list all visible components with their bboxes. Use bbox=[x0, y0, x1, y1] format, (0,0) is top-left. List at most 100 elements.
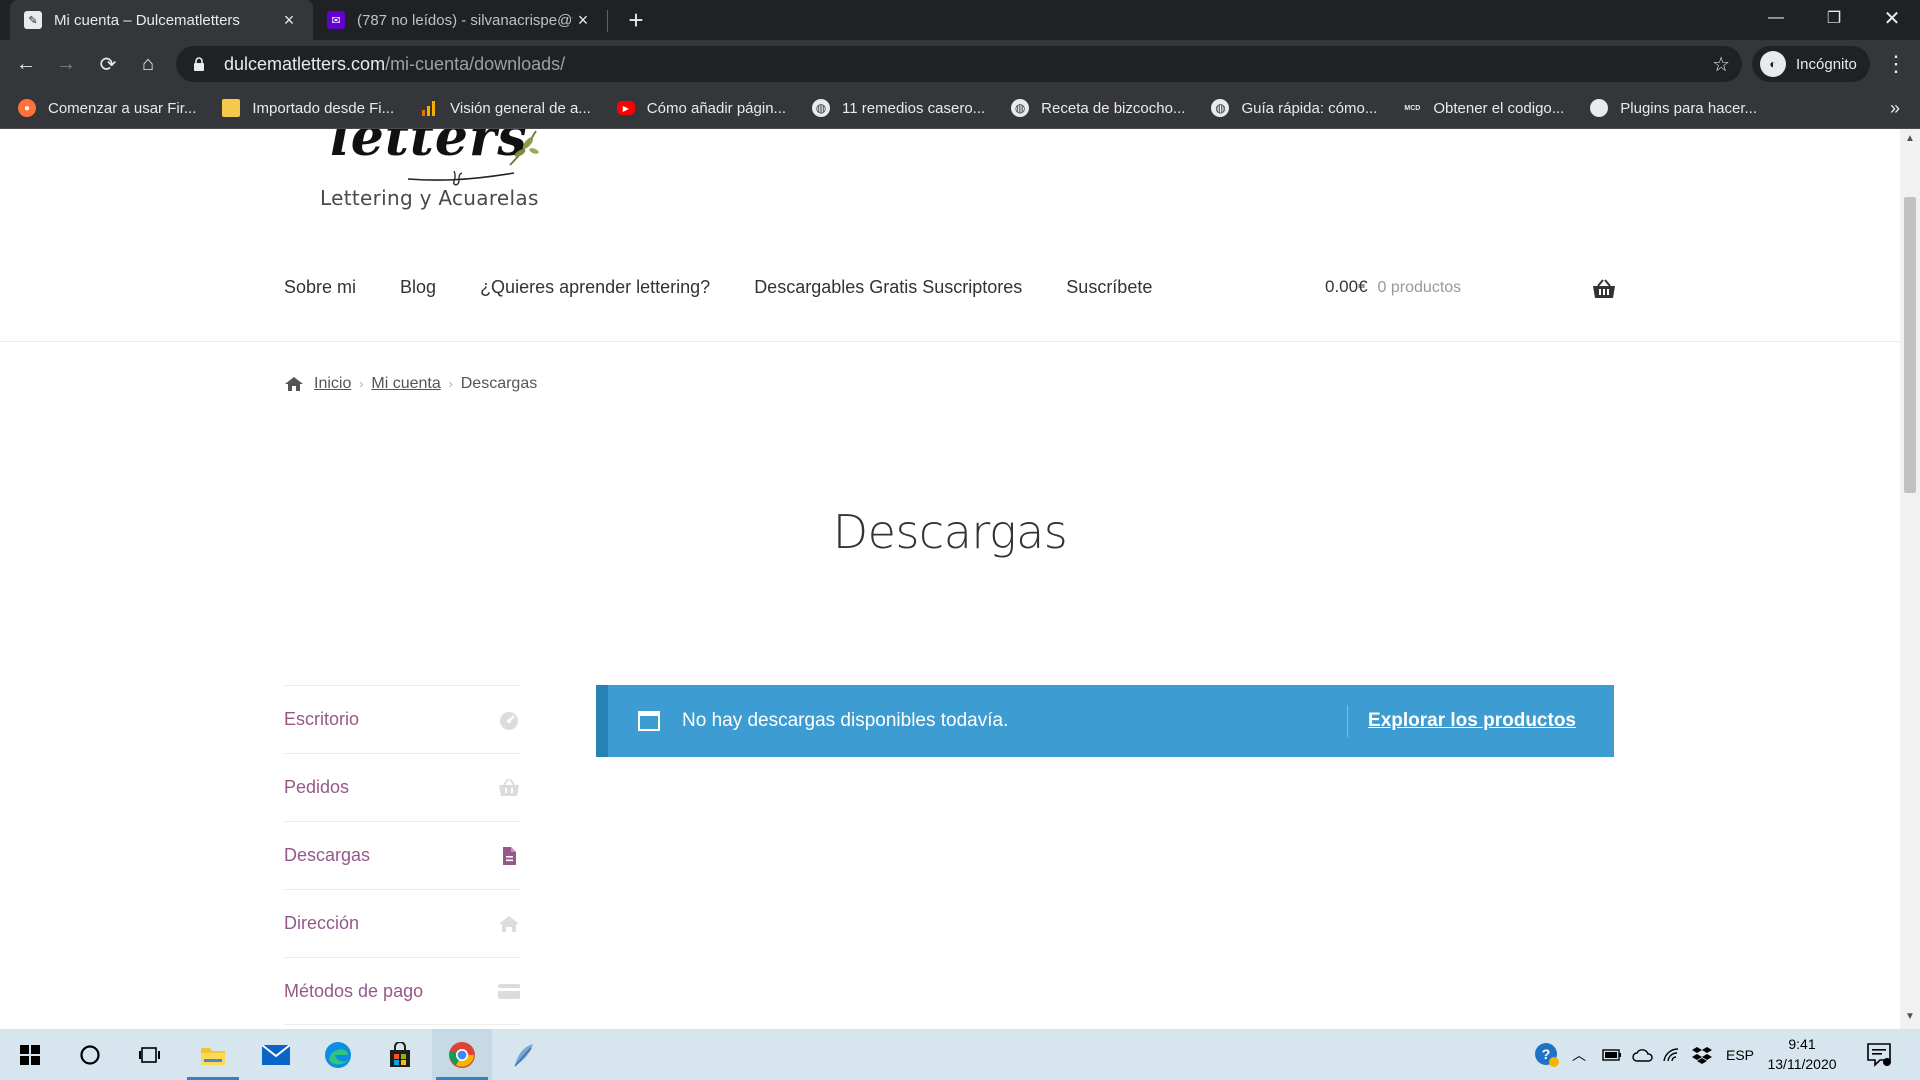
home-icon bbox=[499, 915, 519, 932]
header-divider bbox=[0, 341, 1900, 342]
folder-icon bbox=[222, 99, 241, 117]
bookmark-item[interactable]: Plugins para hacer... bbox=[1590, 99, 1757, 117]
account-nav-escritorio[interactable]: Escritorio bbox=[284, 685, 520, 753]
youtube-icon: ▶ bbox=[616, 101, 635, 115]
account-nav-metodos-pago[interactable]: Métodos de pago bbox=[284, 957, 520, 1025]
svg-text:?: ? bbox=[1542, 1046, 1551, 1062]
edge-icon[interactable] bbox=[308, 1029, 368, 1080]
onedrive-icon[interactable] bbox=[1632, 1029, 1654, 1080]
clock-time: 9:41 bbox=[1788, 1036, 1816, 1052]
file-icon bbox=[503, 846, 516, 865]
reload-icon[interactable]: ⟳ bbox=[92, 48, 124, 80]
page-title: Descargas bbox=[832, 505, 1068, 559]
windows-taskbar: ? ︿ ESP 9:41 13/11/2020 bbox=[0, 1029, 1920, 1080]
logo-tagline: Lettering y Acuarelas bbox=[320, 186, 539, 210]
address-bar[interactable]: dulcematletters.com /mi-cuenta/downloads… bbox=[176, 46, 1742, 82]
forward-arrow-icon[interactable]: → bbox=[50, 48, 82, 80]
firefox-icon: ● bbox=[18, 99, 36, 117]
logo-script-text: letters bbox=[330, 129, 528, 168]
windows-start-icon[interactable] bbox=[0, 1029, 60, 1080]
mail-favicon-icon: ✉ bbox=[327, 11, 345, 29]
page-icon bbox=[1590, 99, 1609, 117]
dashboard-icon bbox=[500, 711, 518, 730]
bookmark-item[interactable]: ◍ Guía rápida: cómo... bbox=[1211, 99, 1377, 117]
new-tab-plus-icon[interactable]: + bbox=[622, 5, 650, 35]
basket-icon[interactable] bbox=[1592, 279, 1616, 299]
url-host: dulcematletters.com bbox=[224, 53, 386, 74]
bookmark-item[interactable]: ◍ Receta de bizcocho... bbox=[1011, 99, 1185, 117]
tab-mi-cuenta[interactable]: ✎ Mi cuenta – Dulcematletters × bbox=[10, 0, 313, 40]
task-view-icon[interactable] bbox=[120, 1029, 180, 1080]
mail-icon[interactable] bbox=[246, 1029, 306, 1080]
nav-sobre-mi[interactable]: Sobre mi bbox=[284, 277, 356, 298]
scroll-down-arrow-icon[interactable]: ▼ bbox=[1900, 1011, 1920, 1025]
back-arrow-icon[interactable]: ← bbox=[10, 48, 42, 80]
bookmark-item[interactable]: ◍ 11 remedios casero... bbox=[812, 99, 985, 117]
search-circle-icon[interactable] bbox=[60, 1029, 120, 1080]
explore-products-button[interactable]: Explorar los productos bbox=[1368, 710, 1576, 732]
mcd-icon: MCD bbox=[1403, 99, 1422, 117]
menu-kebab-icon[interactable]: ⋮ bbox=[1880, 48, 1912, 80]
nav-descargables[interactable]: Descargables Gratis Suscriptores bbox=[754, 277, 1022, 298]
bookmark-item[interactable]: Visión general de a... bbox=[420, 99, 591, 117]
logo-swash bbox=[407, 170, 515, 186]
chrome-icon[interactable] bbox=[432, 1029, 492, 1080]
notice-separator bbox=[1347, 705, 1349, 737]
basket-icon bbox=[499, 777, 519, 796]
bookmark-item[interactable]: MCD Obtener el codigo... bbox=[1403, 99, 1564, 117]
system-clock[interactable]: 9:41 13/11/2020 bbox=[1760, 1034, 1844, 1074]
dropbox-icon[interactable] bbox=[1692, 1029, 1712, 1080]
tab-strip: ✎ Mi cuenta – Dulcematletters × ✉ (787 n… bbox=[0, 0, 1920, 40]
bookmarks-overflow-icon[interactable]: » bbox=[1890, 98, 1900, 119]
account-nav-direccion[interactable]: Dirección bbox=[284, 889, 520, 957]
battery-icon[interactable] bbox=[1602, 1029, 1622, 1080]
page-scrollbar[interactable]: ▲ ▼ bbox=[1900, 129, 1920, 1029]
site-logo[interactable]: letters Lettering y Acuarelas bbox=[318, 129, 548, 210]
cart-amount: 0.00€ bbox=[1325, 277, 1368, 296]
bookmark-item[interactable]: ▶ Cómo añadir págin... bbox=[616, 100, 786, 117]
tab-title: (787 no leídos) - silvanacrispe@y bbox=[357, 11, 573, 29]
tab-separator bbox=[607, 10, 608, 32]
window-close-icon[interactable]: ✕ bbox=[1864, 0, 1920, 36]
breadcrumb-home-link[interactable]: Inicio bbox=[314, 375, 351, 393]
help-tray-icon[interactable]: ? bbox=[1534, 1029, 1560, 1080]
info-notice: No hay descargas disponibles todavía. Ex… bbox=[596, 685, 1614, 757]
tab-yahoo-mail[interactable]: ✉ (787 no leídos) - silvanacrispe@y × bbox=[313, 0, 607, 40]
breadcrumb: Inicio › Mi cuenta › Descargas bbox=[284, 375, 537, 393]
nav-blog[interactable]: Blog bbox=[400, 277, 436, 298]
scroll-up-arrow-icon[interactable]: ▲ bbox=[1900, 133, 1920, 147]
incognito-icon: ◐ bbox=[1760, 51, 1786, 77]
tab-title: Mi cuenta – Dulcematletters bbox=[54, 11, 240, 29]
store-icon[interactable] bbox=[370, 1029, 430, 1080]
incognito-profile-button[interactable]: ◐ Incógnito bbox=[1752, 46, 1870, 82]
cart-count: 0 productos bbox=[1377, 279, 1462, 296]
tray-chevron-up-icon[interactable]: ︿ bbox=[1572, 1029, 1586, 1080]
wifi-icon[interactable] bbox=[1662, 1029, 1682, 1080]
analytics-icon bbox=[420, 99, 438, 117]
globe-icon: ◍ bbox=[812, 99, 831, 117]
clock-date: 13/11/2020 bbox=[1767, 1056, 1837, 1072]
tab-close-icon[interactable]: × bbox=[279, 10, 299, 30]
account-nav-descargas[interactable]: Descargas bbox=[284, 821, 520, 889]
scroll-thumb[interactable] bbox=[1904, 197, 1916, 493]
breadcrumb-parent-link[interactable]: Mi cuenta bbox=[371, 375, 440, 393]
language-indicator[interactable]: ESP bbox=[1726, 1029, 1754, 1080]
account-navigation: Escritorio Pedidos Descargas Dirección M… bbox=[284, 685, 520, 1025]
site-favicon-icon: ✎ bbox=[24, 11, 42, 29]
account-nav-pedidos[interactable]: Pedidos bbox=[284, 753, 520, 821]
tab-close-icon[interactable]: × bbox=[573, 10, 593, 30]
nav-suscribete[interactable]: Suscríbete bbox=[1066, 277, 1152, 298]
bookmark-item[interactable]: ● Comenzar a usar Fir... bbox=[18, 99, 196, 117]
notification-center-icon[interactable] bbox=[1866, 1041, 1892, 1067]
app-feather-icon[interactable] bbox=[494, 1029, 554, 1080]
home-icon[interactable]: ⌂ bbox=[132, 48, 164, 80]
bookmark-item[interactable]: Importado desde Fi... bbox=[222, 99, 394, 117]
file-explorer-icon[interactable] bbox=[183, 1029, 243, 1080]
restore-icon[interactable]: ❐ bbox=[1806, 0, 1862, 36]
home-icon bbox=[285, 377, 303, 391]
bookmark-star-icon[interactable]: ☆ bbox=[1712, 52, 1730, 77]
header-cart[interactable]: 0.00€ 0 productos bbox=[1325, 277, 1461, 297]
minimize-icon[interactable]: — bbox=[1748, 0, 1804, 36]
nav-aprender-lettering[interactable]: ¿Quieres aprender lettering? bbox=[480, 277, 710, 298]
web-page: letters Lettering y Acuarelas Sobre mi B… bbox=[0, 129, 1900, 1029]
